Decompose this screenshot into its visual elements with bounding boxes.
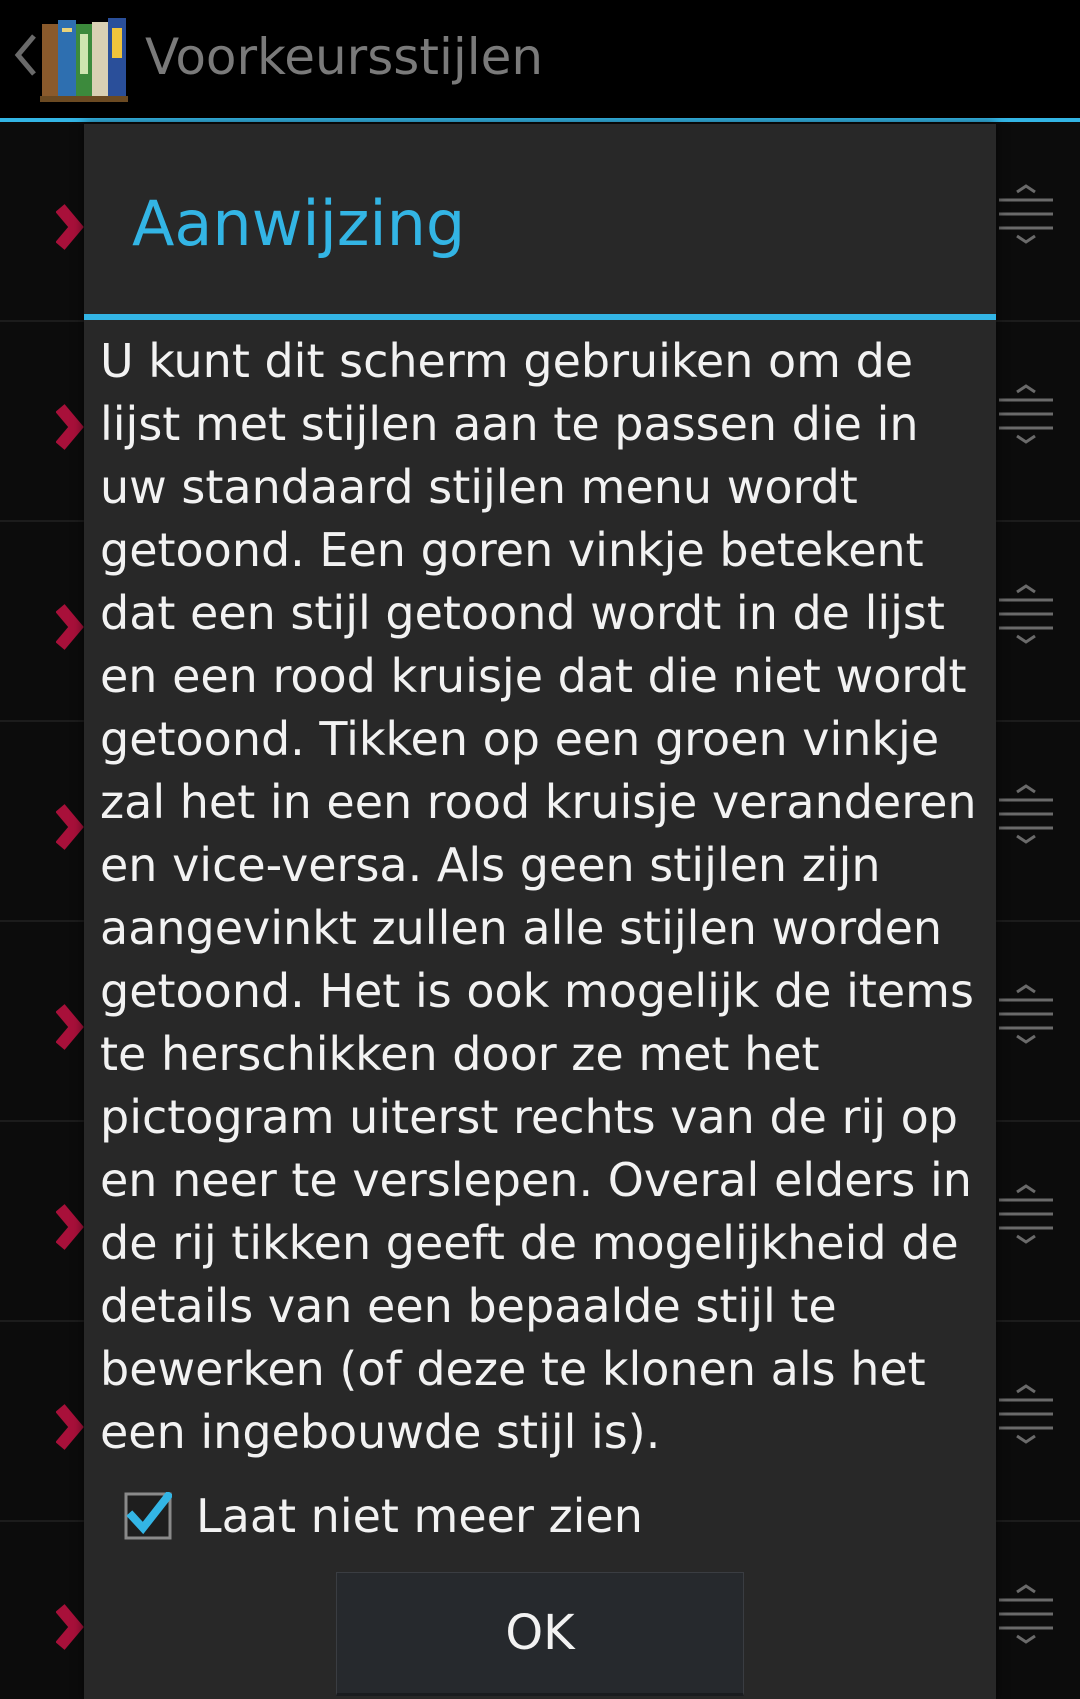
- drag-handle-icon[interactable]: [995, 184, 1057, 254]
- drag-handle-icon[interactable]: [995, 384, 1057, 454]
- ok-button[interactable]: OK: [336, 1572, 744, 1696]
- dialog-divider: [84, 314, 996, 320]
- drag-handle-icon[interactable]: [995, 784, 1057, 854]
- drag-handle-icon[interactable]: [995, 1384, 1057, 1454]
- hint-dialog: Aanwijzing U kunt dit scherm gebruiken o…: [84, 124, 996, 1699]
- app-title: Voorkeursstijlen: [145, 28, 544, 86]
- action-bar: Voorkeursstijlen: [0, 0, 1080, 122]
- checkbox-checked-icon[interactable]: [124, 1492, 172, 1540]
- drag-handle-icon[interactable]: [995, 584, 1057, 654]
- dont-show-again-checkbox[interactable]: Laat niet meer zien: [124, 1486, 724, 1546]
- checkbox-label: Laat niet meer zien: [196, 1489, 643, 1543]
- books-icon[interactable]: [40, 14, 128, 102]
- chevron-left-icon[interactable]: [10, 30, 40, 80]
- drag-handle-icon[interactable]: [995, 984, 1057, 1054]
- dialog-message: U kunt dit scherm gebruiken om de lijst …: [100, 334, 977, 1459]
- screen: Voorkeursstijlen Aanwijzing U kunt dit s…: [0, 0, 1080, 1699]
- drag-handle-icon[interactable]: [995, 1184, 1057, 1254]
- drag-handle-icon[interactable]: [995, 1584, 1057, 1654]
- dialog-title: Aanwijzing: [132, 187, 466, 260]
